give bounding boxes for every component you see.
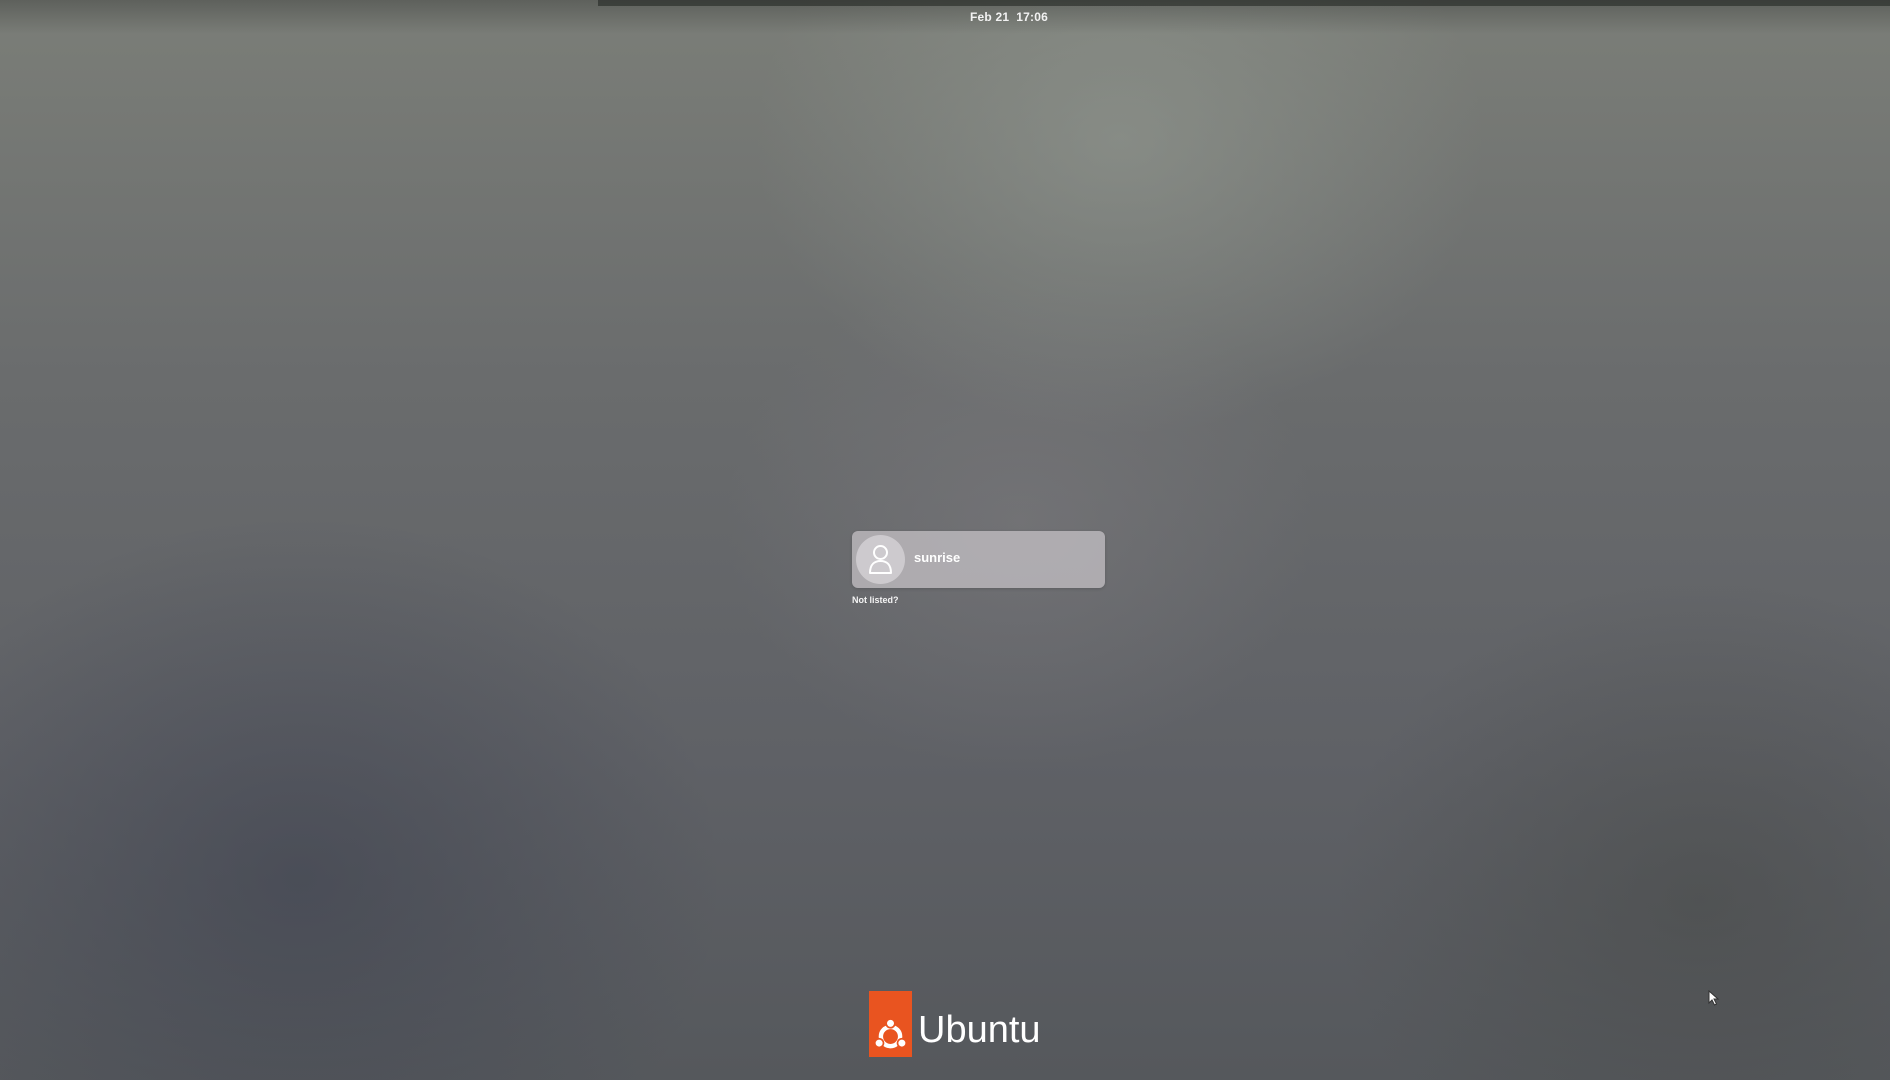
login-screen: Feb 21 17:06 sunrise Not listed? Ubuntu [0, 0, 1890, 1080]
top-bar-strip [598, 0, 1890, 6]
not-listed-link[interactable]: Not listed? [852, 595, 899, 605]
user-avatar-icon [856, 535, 905, 584]
mouse-pointer-icon [1708, 989, 1720, 1010]
user-list-item[interactable]: sunrise [852, 531, 1105, 588]
top-bar: Feb 21 17:06 [0, 0, 1890, 34]
ubuntu-wordmark: Ubuntu [918, 1009, 1041, 1051]
ubuntu-logo-icon [869, 991, 912, 1057]
clock[interactable]: Feb 21 17:06 [0, 10, 1890, 24]
username-label: sunrise [914, 550, 961, 565]
